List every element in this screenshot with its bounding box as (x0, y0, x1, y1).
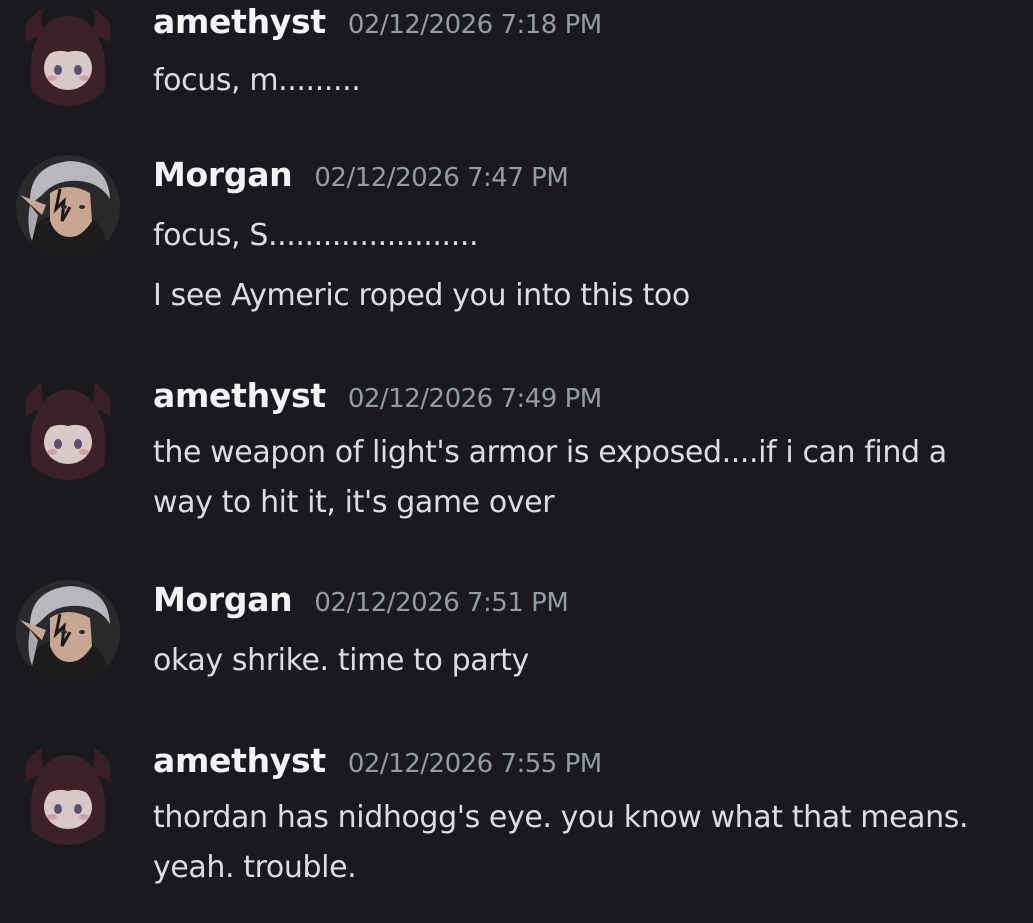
message-timestamp: 02/12/2026 7:51 PM (314, 588, 569, 618)
message-header: amethyst 02/12/2026 7:18 PM (153, 2, 602, 48)
author-name[interactable]: amethyst (153, 376, 326, 415)
message-header: amethyst 02/12/2026 7:49 PM (153, 376, 602, 422)
message-text: focus, S....................... (153, 218, 479, 253)
message-timestamp: 02/12/2026 7:18 PM (347, 10, 602, 40)
message-text: thordan has nidhogg's eye. you know what… (153, 800, 969, 835)
message-header: Morgan 02/12/2026 7:47 PM (153, 155, 569, 201)
message-timestamp: 02/12/2026 7:49 PM (347, 384, 602, 414)
message-timestamp: 02/12/2026 7:55 PM (347, 749, 602, 779)
silver-hair-elf-avatar-icon[interactable] (16, 580, 120, 684)
author-name[interactable]: amethyst (153, 2, 326, 41)
anime-girl-dark-hair-avatar-icon[interactable] (16, 376, 120, 480)
chat-message-list: amethyst 02/12/2026 7:18 PM focus, m....… (0, 0, 1033, 923)
author-name[interactable]: amethyst (153, 741, 326, 780)
anime-girl-dark-hair-avatar-icon[interactable] (16, 2, 120, 106)
message-text: focus, m......... (153, 63, 361, 98)
message-header: amethyst 02/12/2026 7:55 PM (153, 741, 602, 787)
anime-girl-dark-hair-avatar-icon[interactable] (16, 741, 120, 845)
message-text: okay shrike. time to party (153, 643, 529, 678)
silver-hair-elf-avatar-icon[interactable] (16, 155, 120, 259)
message-header: Morgan 02/12/2026 7:51 PM (153, 580, 569, 626)
message-text: way to hit it, it's game over (153, 485, 555, 520)
author-name[interactable]: Morgan (153, 580, 293, 619)
message-text: yeah. trouble. (153, 850, 357, 885)
message-text: the weapon of light's armor is exposed..… (153, 435, 947, 470)
message-text: I see Aymeric roped you into this too (153, 278, 690, 313)
message-timestamp: 02/12/2026 7:47 PM (314, 163, 569, 193)
author-name[interactable]: Morgan (153, 155, 293, 194)
